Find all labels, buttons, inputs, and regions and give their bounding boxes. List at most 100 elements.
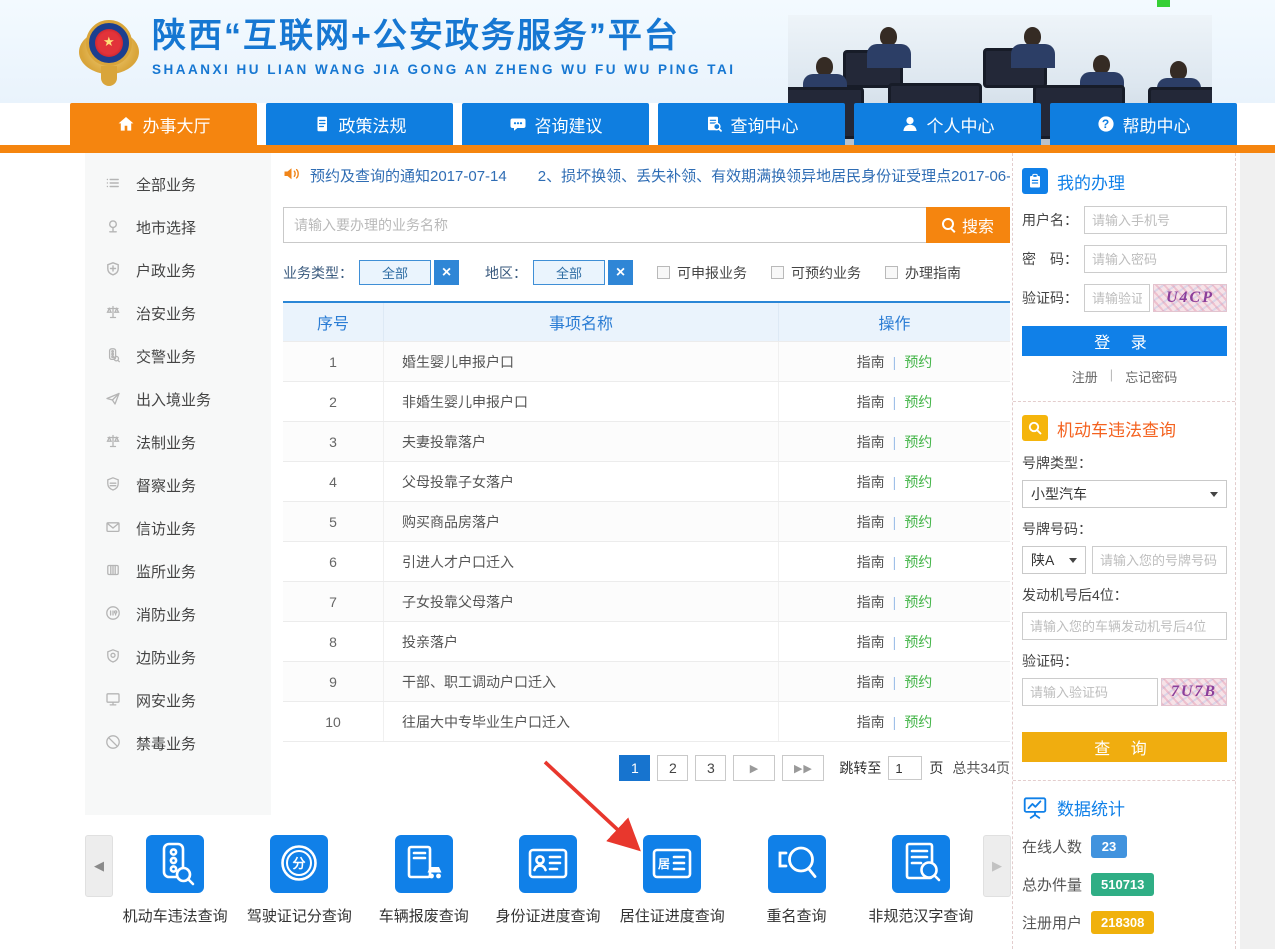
- vehicle-captcha-row: 7U7B: [1022, 678, 1227, 706]
- login-button[interactable]: 登 录: [1022, 326, 1227, 356]
- guide-link[interactable]: 指南: [857, 432, 885, 452]
- tab-help-center[interactable]: ? 帮助中心: [1050, 103, 1237, 145]
- row-name[interactable]: 购买商品房落户: [383, 502, 778, 541]
- guide-link[interactable]: 指南: [857, 512, 885, 532]
- search-input[interactable]: [283, 207, 926, 243]
- carousel-next-button[interactable]: ▶: [983, 835, 1011, 897]
- search-button[interactable]: 搜索: [926, 207, 1010, 243]
- tab-policy[interactable]: 政策法规: [266, 103, 453, 145]
- carousel-prev-button[interactable]: ◀: [85, 835, 113, 897]
- sidebar-item-cyber[interactable]: 网安业务: [85, 679, 271, 722]
- engine-number-field[interactable]: [1022, 612, 1227, 640]
- captcha-field[interactable]: [1084, 284, 1150, 312]
- vehicle-scrap-icon: [395, 835, 453, 893]
- service-vehicle-scrap[interactable]: 车辆报废查询: [363, 822, 485, 926]
- book-link[interactable]: 预约: [904, 432, 932, 452]
- sidebar-item-all[interactable]: 全部业务: [85, 163, 271, 206]
- page-button-3[interactable]: 3: [695, 755, 726, 781]
- book-link[interactable]: 预约: [904, 392, 932, 412]
- sidebar-item-household[interactable]: 户政业务: [85, 249, 271, 292]
- service-license-score[interactable]: 分 驾驶证记分查询: [238, 822, 360, 926]
- guide-link[interactable]: 指南: [857, 632, 885, 652]
- row-name[interactable]: 婚生婴儿申报户口: [383, 342, 778, 381]
- captcha-image[interactable]: U4CP: [1153, 284, 1227, 312]
- plate-type-select[interactable]: 小型汽车: [1022, 480, 1227, 508]
- guide-link[interactable]: 指南: [857, 352, 885, 372]
- forgot-password-link[interactable]: 忘记密码: [1125, 367, 1177, 386]
- row-name[interactable]: 夫妻投靠落户: [383, 422, 778, 461]
- service-vehicle-violation[interactable]: 机动车违法查询: [114, 822, 236, 926]
- book-link[interactable]: 预约: [904, 632, 932, 652]
- sidebar-item-exit-entry[interactable]: 出入境业务: [85, 378, 271, 421]
- row-name[interactable]: 子女投靠父母落户: [383, 582, 778, 621]
- sidebar-item-supervision[interactable]: 督察业务: [85, 464, 271, 507]
- guide-link[interactable]: 指南: [857, 552, 885, 572]
- row-name[interactable]: 干部、职工调动户口迁入: [383, 662, 778, 701]
- guide-link[interactable]: 指南: [857, 672, 885, 692]
- service-duplicate-name[interactable]: 重名查询: [736, 822, 858, 926]
- page-button-2[interactable]: 2: [657, 755, 688, 781]
- book-link[interactable]: 预约: [904, 712, 932, 732]
- guide-checkbox[interactable]: [885, 266, 898, 279]
- household-shield-icon: [105, 261, 121, 281]
- book-link[interactable]: 预约: [904, 512, 932, 532]
- declarable-checkbox[interactable]: [657, 266, 670, 279]
- next-page-icon[interactable]: ▶: [733, 755, 775, 781]
- guide-link[interactable]: 指南: [857, 712, 885, 732]
- row-name[interactable]: 引进人才户口迁入: [383, 542, 778, 581]
- bookable-checkbox[interactable]: [771, 266, 784, 279]
- sidebar-item-antidrug[interactable]: 禁毒业务: [85, 722, 271, 765]
- notice-text-1[interactable]: 预约及查询的通知2017-07-14: [310, 165, 507, 186]
- region-filter-clear-icon[interactable]: ×: [608, 260, 633, 285]
- service-residence-progress[interactable]: 居 居住证进度查询: [611, 822, 733, 926]
- book-link[interactable]: 预约: [904, 472, 932, 492]
- query-button[interactable]: 查 询: [1022, 732, 1227, 762]
- sidebar-item-fire[interactable]: 消防业务: [85, 593, 271, 636]
- stat-row: 总办件量 510713: [1022, 873, 1227, 896]
- policy-doc-icon: [313, 115, 331, 133]
- type-filter-select[interactable]: 全部: [359, 260, 431, 285]
- sidebar-item-label: 消防业务: [136, 604, 196, 625]
- tab-consultation[interactable]: 咨询建议: [462, 103, 649, 145]
- type-filter-clear-icon[interactable]: ×: [434, 260, 459, 285]
- sidebar-item-border[interactable]: 边防业务: [85, 636, 271, 679]
- book-link[interactable]: 预约: [904, 352, 932, 372]
- sidebar-item-city[interactable]: 地市选择: [85, 206, 271, 249]
- tab-personal-center[interactable]: 个人中心: [854, 103, 1041, 145]
- password-field[interactable]: [1084, 245, 1227, 273]
- sidebar-item-public-security[interactable]: 治安业务: [85, 292, 271, 335]
- service-id-progress[interactable]: 身份证进度查询: [487, 822, 609, 926]
- row-name[interactable]: 投亲落户: [383, 622, 778, 661]
- op-separator: |: [893, 394, 897, 410]
- notice-text-2[interactable]: 2、损坏换领、丢失补领、有效期满换领异地居民身份证受理点2017-06-: [538, 165, 1010, 186]
- region-filter-select[interactable]: 全部: [533, 260, 605, 285]
- jump-page-input[interactable]: [888, 756, 922, 780]
- sidebar-item-legal[interactable]: 法制业务: [85, 421, 271, 464]
- sidebar-item-petition[interactable]: 信访业务: [85, 507, 271, 550]
- tab-service-hall[interactable]: 办事大厅: [70, 103, 257, 145]
- notice-bar[interactable]: 预约及查询的通知2017-07-14 2、损坏换领、丢失补领、有效期满换领异地居…: [283, 165, 1010, 186]
- book-link[interactable]: 预约: [904, 552, 932, 572]
- row-name[interactable]: 父母投靠子女落户: [383, 462, 778, 501]
- guide-link[interactable]: 指南: [857, 392, 885, 412]
- book-link[interactable]: 预约: [904, 592, 932, 612]
- username-field[interactable]: [1084, 206, 1227, 234]
- last-page-icon[interactable]: ▶▶: [782, 755, 824, 781]
- sidebar-item-traffic-police[interactable]: 交警业务: [85, 335, 271, 378]
- page-button-1[interactable]: 1: [619, 755, 650, 781]
- book-link[interactable]: 预约: [904, 672, 932, 692]
- service-nonstandard-char[interactable]: 非规范汉字查询: [860, 822, 982, 926]
- row-name[interactable]: 往届大中专毕业生户口迁入: [383, 702, 778, 741]
- plate-number-field[interactable]: [1092, 546, 1227, 574]
- register-link[interactable]: 注册: [1072, 367, 1098, 386]
- row-name[interactable]: 非婚生婴儿申报户口: [383, 382, 778, 421]
- sidebar-item-detention[interactable]: 监所业务: [85, 550, 271, 593]
- guide-link[interactable]: 指南: [857, 472, 885, 492]
- op-separator: |: [893, 354, 897, 370]
- vehicle-captcha-field[interactable]: [1022, 678, 1158, 706]
- tab-query-center[interactable]: 查询中心: [658, 103, 845, 145]
- stat-row: 在线人数 23: [1022, 835, 1227, 858]
- guide-link[interactable]: 指南: [857, 592, 885, 612]
- plate-prefix-select[interactable]: 陕A: [1022, 546, 1086, 574]
- vehicle-captcha-image[interactable]: 7U7B: [1161, 678, 1227, 706]
